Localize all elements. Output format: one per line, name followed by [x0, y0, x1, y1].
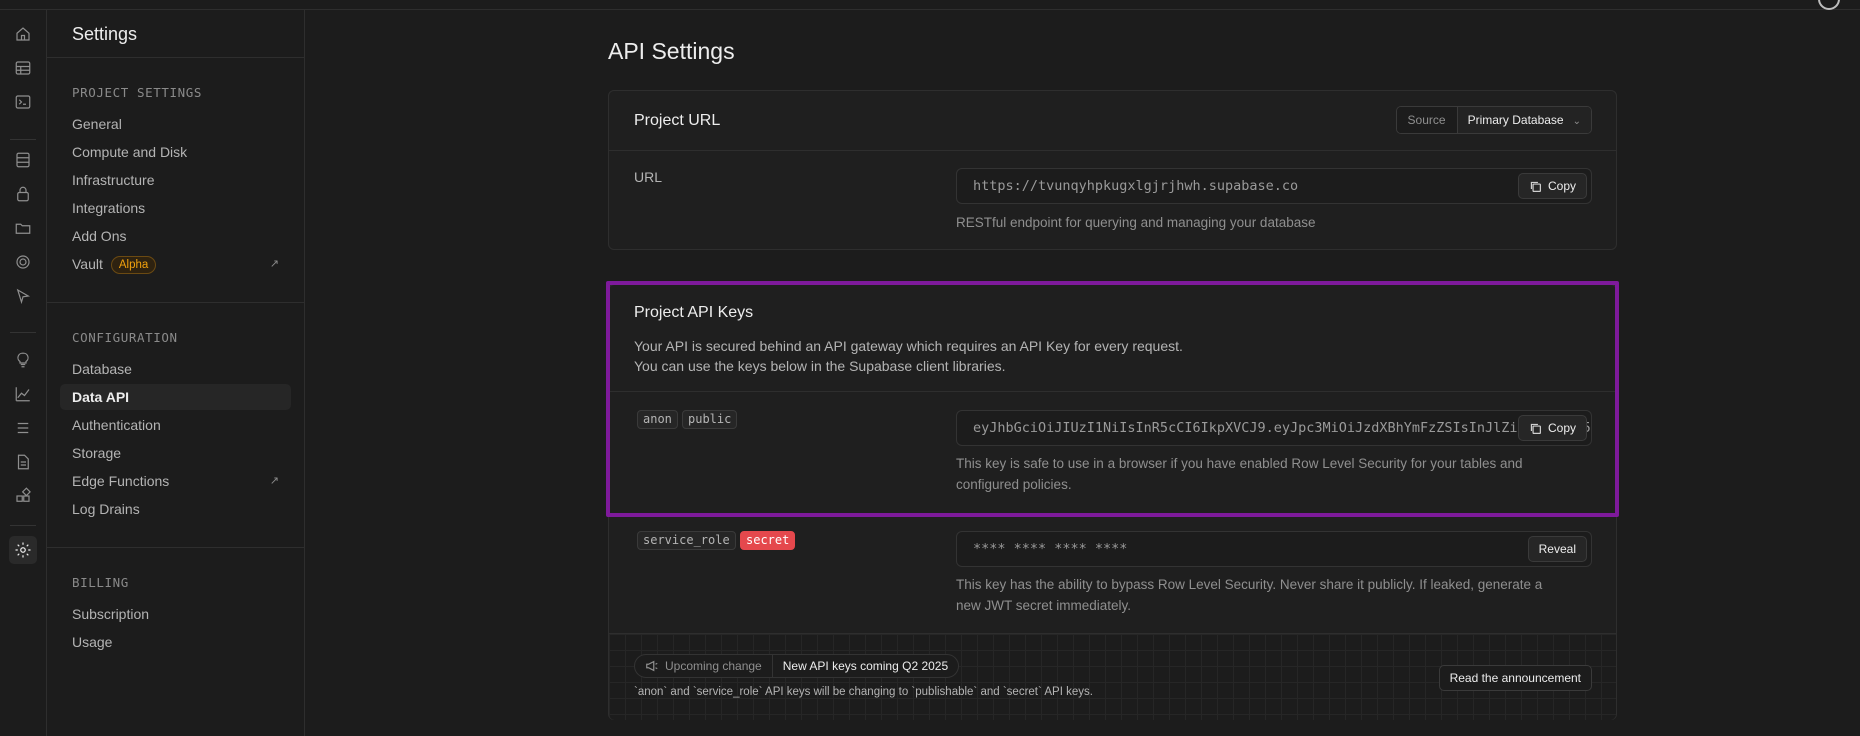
service-key-value: **** **** **** ****	[973, 541, 1128, 557]
section-billing: BILLING	[72, 575, 129, 590]
api-keys-desc-line2: You can use the keys below in the Supaba…	[634, 358, 1006, 374]
database-icon[interactable]	[12, 149, 34, 171]
menu-title: Settings	[72, 24, 138, 44]
section-project-settings: PROJECT SETTINGS	[72, 85, 203, 100]
table-editor-icon[interactable]	[12, 57, 34, 79]
edge-functions-icon[interactable]	[12, 285, 34, 307]
avatar[interactable]	[1818, 0, 1840, 10]
settings-menu: Settings PROJECT SETTINGS General Comput…	[47, 10, 305, 736]
url-help: RESTful endpoint for querying and managi…	[956, 215, 1316, 230]
announcement-area: Upcoming change New API keys coming Q2 2…	[609, 634, 1616, 720]
menu-item-edge-functions-label: Edge Functions	[72, 473, 170, 489]
menu-item-vault[interactable]: Vault Alpha ↗	[60, 251, 291, 277]
source-label: Source	[1396, 107, 1458, 133]
upcoming-change-pill: Upcoming change New API keys coming Q2 2…	[634, 654, 960, 678]
service-role-tag: service_role	[637, 531, 736, 550]
api-docs-icon[interactable]	[12, 451, 34, 473]
menu-item-data-api[interactable]: Data API	[60, 384, 291, 410]
copy-anon-key-button[interactable]: Copy	[1517, 415, 1587, 441]
auth-icon[interactable]	[12, 183, 34, 205]
project-url-title: Project URL	[634, 112, 721, 129]
reports-icon[interactable]	[12, 383, 34, 405]
menu-item-storage[interactable]: Storage	[60, 440, 291, 466]
menu-item-database[interactable]: Database	[60, 356, 291, 382]
anon-help-line2: configured policies.	[956, 477, 1072, 492]
source-selector[interactable]: Source Primary Database ⌄	[1395, 106, 1592, 134]
menu-item-log-drains[interactable]: Log Drains	[60, 496, 291, 522]
sql-editor-icon[interactable]	[12, 91, 34, 113]
logs-icon[interactable]	[12, 417, 34, 439]
api-keys-title: Project API Keys	[634, 304, 754, 321]
api-keys-card: Project API Keys Your API is secured beh…	[608, 284, 1617, 720]
public-tag: public	[682, 410, 738, 429]
advisors-icon[interactable]	[12, 349, 34, 371]
page-title: API Settings	[608, 38, 735, 64]
menu-item-compute-and-disk[interactable]: Compute and Disk	[60, 139, 291, 165]
menu-item-vault-label: Vault	[72, 256, 103, 272]
upcoming-change-label: Upcoming change	[665, 659, 762, 673]
chevron-down-icon: ⌄	[1572, 116, 1581, 127]
copy-label: Copy	[1547, 179, 1576, 193]
integrations-icon[interactable]	[12, 485, 34, 507]
icon-rail	[0, 10, 47, 736]
source-dropdown[interactable]: Primary Database ⌄	[1457, 107, 1591, 133]
announcement-note: `anon` and `service_role` API keys will …	[634, 686, 1093, 698]
copy-icon	[1530, 181, 1541, 192]
reveal-button[interactable]: Reveal	[1527, 536, 1587, 562]
external-link-icon: ↗	[269, 258, 279, 270]
service-help-line2: new JWT secret immediately.	[956, 598, 1132, 613]
anon-help-line1: This key is safe to use in a browser if …	[956, 456, 1523, 471]
external-link-icon: ↗	[269, 475, 279, 487]
copy-label: Copy	[1547, 421, 1576, 435]
reveal-label: Reveal	[1538, 542, 1576, 556]
anon-tag: anon	[637, 410, 678, 429]
copy-url-button[interactable]: Copy	[1517, 173, 1587, 199]
menu-item-authentication[interactable]: Authentication	[60, 412, 291, 438]
anon-key-field[interactable]: eyJhbGciOiJIUzI1NiIsInR5cCI6IkpXVCJ9.eyJ…	[956, 410, 1592, 446]
menu-item-integrations[interactable]: Integrations	[60, 195, 291, 221]
api-keys-desc-line1: Your API is secured behind an API gatewa…	[634, 338, 1183, 354]
service-key-field[interactable]: **** **** **** **** Reveal	[956, 531, 1592, 567]
project-url-card: Project URL Source Primary Database ⌄ URL…	[608, 90, 1617, 250]
top-bar	[0, 0, 1860, 10]
realtime-icon[interactable]	[12, 251, 34, 273]
menu-item-general[interactable]: General	[60, 111, 291, 137]
copy-icon	[1530, 423, 1541, 434]
home-icon[interactable]	[12, 23, 34, 45]
menu-item-usage[interactable]: Usage	[60, 629, 291, 655]
anon-key-value: eyJhbGciOiJIUzI1NiIsInR5cCI6IkpXVCJ9.eyJ…	[973, 420, 1591, 436]
menu-item-subscription[interactable]: Subscription	[60, 601, 291, 627]
url-label: URL	[634, 169, 663, 185]
settings-icon[interactable]	[9, 536, 37, 564]
section-configuration: CONFIGURATION	[72, 330, 178, 345]
menu-item-edge-functions[interactable]: Edge Functions ↗	[60, 468, 291, 494]
url-field[interactable]: https://tvunqyhpkugxlgjrjhwh.supabase.co…	[956, 168, 1592, 204]
secret-tag: secret	[740, 531, 796, 550]
alpha-badge: Alpha	[110, 256, 157, 274]
menu-item-infrastructure[interactable]: Infrastructure	[60, 167, 291, 193]
storage-icon[interactable]	[12, 217, 34, 239]
source-value: Primary Database	[1467, 113, 1564, 127]
new-api-keys-label: New API keys coming Q2 2025	[782, 659, 949, 673]
read-announcement-button[interactable]: Read the announcement	[1438, 665, 1592, 691]
megaphone-icon	[646, 660, 658, 672]
service-help-line1: This key has the ability to bypass Row L…	[956, 577, 1543, 592]
url-value: https://tvunqyhpkugxlgjrjhwh.supabase.co	[973, 178, 1299, 194]
menu-item-add-ons[interactable]: Add Ons	[60, 223, 291, 249]
